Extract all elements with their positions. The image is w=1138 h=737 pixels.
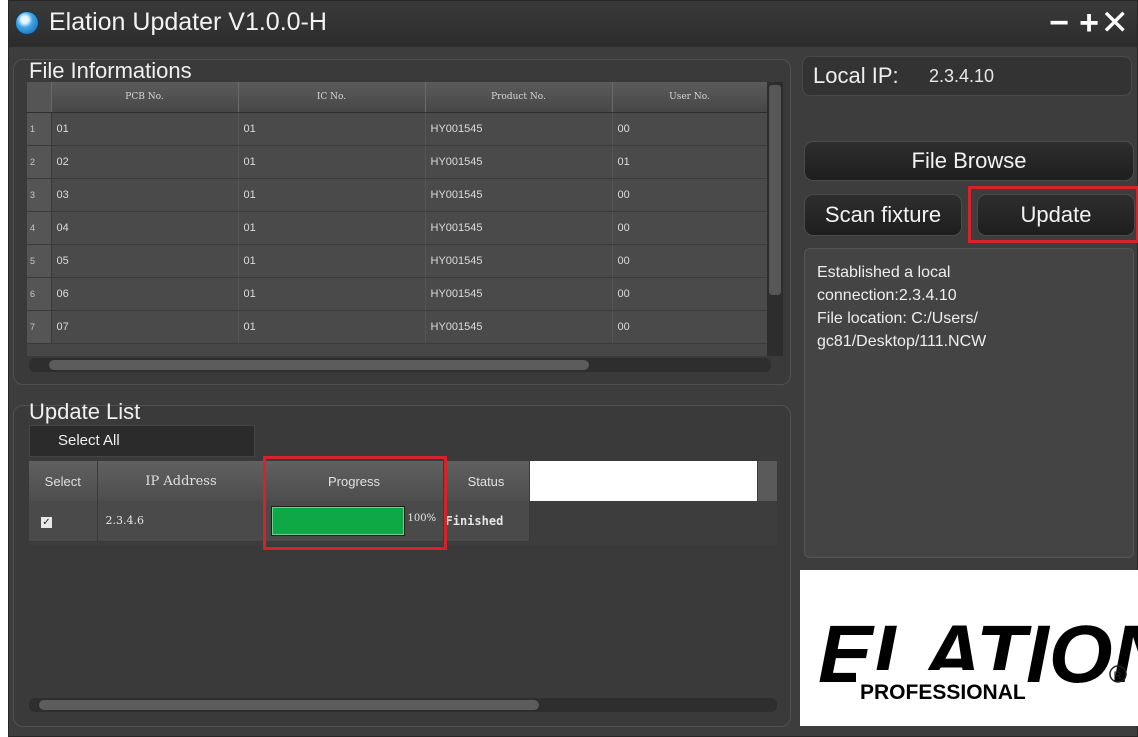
minimize-icon[interactable]: − <box>1049 5 1069 41</box>
progress-bar <box>270 506 405 536</box>
select-checkbox[interactable]: ✓ <box>41 516 52 528</box>
user-cell: 01 <box>612 145 768 179</box>
product-cell: HY001545 <box>425 112 613 146</box>
product-cell: HY001545 <box>425 310 613 344</box>
app-globe-icon <box>15 11 39 35</box>
table-row[interactable]: 5 05 01 HY001545 00 <box>27 244 768 278</box>
row-number: 5 <box>27 244 52 278</box>
ic-cell: 01 <box>238 244 426 278</box>
file-info-table: PCB No. IC No. Product No. User No. 1 01… <box>27 82 783 356</box>
empty-cell <box>757 501 777 541</box>
progress-percent: 100% <box>407 513 437 524</box>
log-line: Established a local <box>817 264 951 281</box>
ic-cell: 01 <box>238 211 426 245</box>
pcb-cell: 07 <box>51 310 239 344</box>
product-cell: HY001545 <box>425 211 613 245</box>
column-header-blank <box>529 461 758 501</box>
table-row[interactable]: 1 01 01 HY001545 00 <box>27 112 768 146</box>
user-cell: 00 <box>612 310 768 344</box>
file-info-title: File Informations <box>29 58 192 83</box>
select-cell[interactable]: ✓ <box>29 501 98 542</box>
title-bar: Elation Updater V1.0.0-H − + ✕ <box>9 1 1137 47</box>
product-cell: HY001545 <box>425 145 613 179</box>
pcb-cell: 01 <box>51 112 239 146</box>
user-cell: 00 <box>612 112 768 146</box>
ic-cell: 01 <box>238 112 426 146</box>
registered-mark-letter: R <box>1114 670 1122 682</box>
pcb-cell: 04 <box>51 211 239 245</box>
table-row[interactable]: ✓ 2.3.4.6 100% Finished <box>29 501 777 542</box>
user-cell: 00 <box>612 211 768 245</box>
table-corner <box>27 82 52 113</box>
table-row[interactable]: 2 02 01 HY001545 01 <box>27 145 768 179</box>
vscroll-thumb[interactable] <box>769 85 781 295</box>
pcb-cell: 02 <box>51 145 239 179</box>
log-line: gc81/Desktop/111.NCW <box>817 333 987 350</box>
file-table-vscrollbar[interactable] <box>767 82 783 356</box>
row-number: 6 <box>27 277 52 311</box>
row-number: 2 <box>27 145 52 179</box>
column-header-status[interactable]: Status <box>443 461 530 501</box>
file-table-hscrollbar[interactable] <box>29 358 771 372</box>
progress-bar-fill <box>271 507 404 535</box>
update-list-table: Select IP Address Progress Status ✓ 2.3.… <box>29 461 777 545</box>
row-number: 3 <box>27 178 52 212</box>
log-output: Established a local connection:2.3.4.10 … <box>804 248 1134 558</box>
empty-cell <box>529 501 757 541</box>
column-header-ip[interactable]: IP Address <box>97 461 266 501</box>
close-icon[interactable]: ✕ <box>1101 5 1130 41</box>
row-number: 1 <box>27 112 52 146</box>
ic-cell: 01 <box>238 310 426 344</box>
file-browse-button[interactable]: File Browse <box>804 141 1134 181</box>
pcb-cell: 05 <box>51 244 239 278</box>
progress-cell: 100% <box>265 501 444 542</box>
hscroll-thumb[interactable] <box>39 700 539 710</box>
column-header-progress[interactable]: Progress <box>265 461 444 501</box>
column-header-tail <box>757 461 777 501</box>
select-all-button[interactable]: Select All <box>29 425 255 457</box>
local-ip-value: 2.3.4.10 <box>929 66 995 86</box>
column-header-pcb[interactable]: PCB No. <box>51 82 239 113</box>
ic-cell: 01 <box>238 178 426 212</box>
product-cell: HY001545 <box>425 178 613 212</box>
update-list-hscrollbar[interactable] <box>29 698 777 712</box>
maximize-icon[interactable]: + <box>1079 5 1099 41</box>
scan-fixture-button[interactable]: Scan fixture <box>804 194 962 236</box>
window-title: Elation Updater V1.0.0-H <box>49 8 327 36</box>
hscroll-thumb[interactable] <box>49 360 589 370</box>
row-number: 4 <box>27 211 52 245</box>
status-cell: Finished <box>443 501 530 542</box>
row-number: 7 <box>27 310 52 344</box>
table-row[interactable]: 7 07 01 HY001545 00 <box>27 310 768 344</box>
product-cell: HY001545 <box>425 277 613 311</box>
update-button[interactable]: Update <box>977 194 1135 236</box>
table-row[interactable]: 6 06 01 HY001545 00 <box>27 277 768 311</box>
column-header-user[interactable]: User No. <box>612 82 768 113</box>
table-row[interactable]: 4 04 01 HY001545 00 <box>27 211 768 245</box>
ic-cell: 01 <box>238 277 426 311</box>
user-cell: 00 <box>612 178 768 212</box>
logo-tagline: PROFESSIONAL <box>860 681 1026 704</box>
user-cell: 00 <box>612 244 768 278</box>
elation-logo: ELATION PROFESSIONAL R <box>800 570 1138 726</box>
table-row[interactable]: 3 03 01 HY001545 00 <box>27 178 768 212</box>
pcb-cell: 06 <box>51 277 239 311</box>
update-list-title: Update List <box>29 399 141 424</box>
column-header-product[interactable]: Product No. <box>425 82 613 113</box>
local-ip-label: Local IP: <box>813 63 899 88</box>
ic-cell: 01 <box>238 145 426 179</box>
column-header-select[interactable]: Select <box>29 461 98 501</box>
log-line: connection:2.3.4.10 <box>817 287 957 304</box>
user-cell: 00 <box>612 277 768 311</box>
local-ip-box: Local IP: 2.3.4.10 <box>802 56 1132 96</box>
product-cell: HY001545 <box>425 244 613 278</box>
log-line: File location: C:/Users/ <box>817 310 978 327</box>
ip-cell: 2.3.4.6 <box>97 501 266 542</box>
elation-logo-mark: ELATION PROFESSIONAL R <box>818 609 1138 706</box>
column-header-ic[interactable]: IC No. <box>238 82 426 113</box>
pcb-cell: 03 <box>51 178 239 212</box>
